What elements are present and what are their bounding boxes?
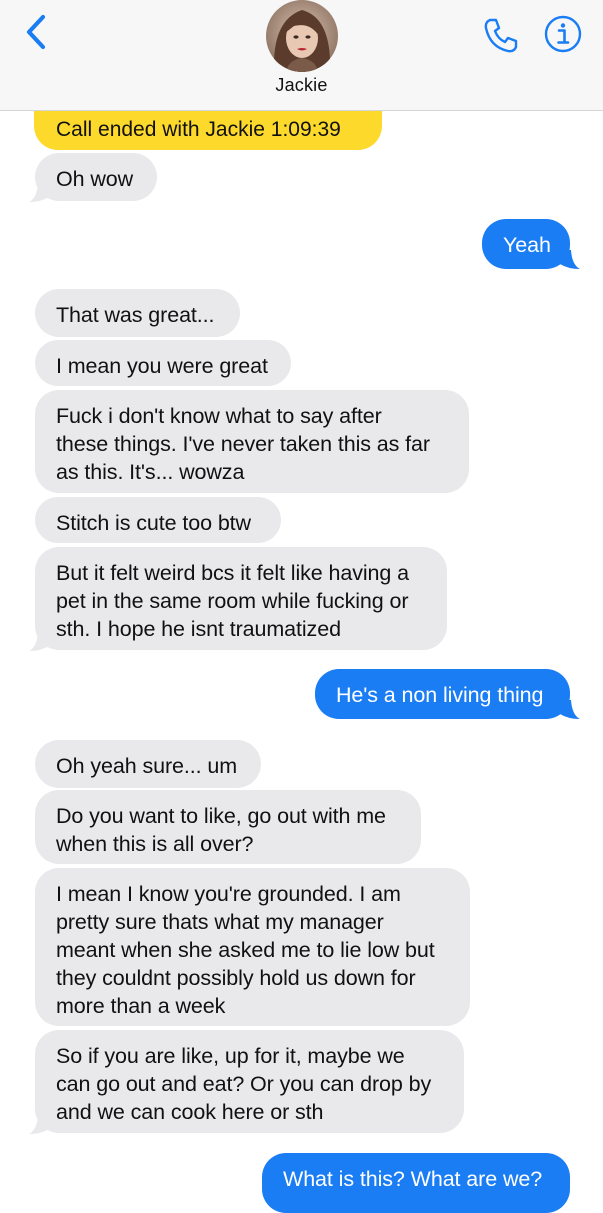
bubble-tail-icon [560,700,580,719]
bubble-tail-icon [29,632,49,651]
message-bubble-incoming[interactable]: So if you are like, up for it, maybe we … [35,1030,464,1133]
message-thread[interactable]: Call ended with Jackie 1:09:39 Oh wow Ye… [0,0,603,1213]
chevron-left-icon [26,14,46,50]
message-line: they couldnt possibly hold us down for [56,966,416,990]
avatar[interactable] [266,0,338,72]
message-line: But it felt weird bcs it felt like havin… [56,561,410,585]
phone-icon [484,18,518,53]
message-text: He's a non living thing [336,683,544,707]
message-bubble-incoming[interactable]: That was great... [35,289,240,337]
message-bubble-incoming[interactable]: Oh wow [35,153,157,201]
message-line: Do you want to like, go out with me [56,804,386,828]
contact-photo-icon [266,0,338,72]
message-bubble-incoming[interactable]: Fuck i don't know what to say after thes… [35,390,469,493]
message-bubble-incoming[interactable]: Stitch is cute too btw [35,497,281,543]
info-icon [544,15,582,53]
message-line: and we can cook here or sth [56,1100,324,1124]
message-line: meant when she asked me to lie low but [56,938,435,962]
message-line: sth. I hope he isnt traumatized [56,617,341,641]
message-line: pet in the same room while fucking or [56,589,409,613]
call-button[interactable] [480,14,522,56]
message-line: when this is all over? [56,832,254,856]
bubble-tail-icon [29,183,49,202]
message-bubble-incoming[interactable]: But it felt weird bcs it felt like havin… [35,547,447,650]
bubble-tail-icon [560,250,580,269]
message-text: That was great... [56,303,215,327]
contact-name[interactable]: Jackie [0,75,603,96]
conversation-header: Jackie [0,0,603,111]
message-line: So if you are like, up for it, maybe we [56,1044,405,1068]
message-line: Fuck i don't know what to say after [56,404,382,428]
message-bubble-outgoing[interactable]: Yeah [482,219,570,269]
call-ended-notice: Call ended with Jackie 1:09:39 [34,110,382,150]
message-bubble-incoming[interactable]: I mean you were great [35,340,291,386]
message-line: as this. It's... wowza [56,460,245,484]
back-button[interactable] [14,10,58,54]
info-button[interactable] [543,14,583,54]
message-text: What is this? What are we? [283,1167,543,1191]
message-line: can go out and eat? Or you can drop by [56,1072,432,1096]
message-text: Yeah [503,233,551,257]
message-line: more than a week [56,994,226,1018]
message-text: Oh yeah sure... um [56,754,238,778]
message-line: pretty sure thats what my manager [56,910,384,934]
message-bubble-outgoing[interactable]: He's a non living thing [315,669,570,719]
message-bubble-incoming[interactable]: Do you want to like, go out with me when… [35,790,421,864]
message-bubble-incoming[interactable]: Oh yeah sure... um [35,740,261,788]
message-text: I mean you were great [56,354,268,378]
message-bubble-incoming[interactable]: I mean I know you're grounded. I am pret… [35,868,470,1026]
message-text: Oh wow [56,167,134,191]
message-line: these things. I've never taken this as f… [56,432,430,456]
message-line: I mean I know you're grounded. I am [56,882,401,906]
message-bubble-outgoing[interactable]: What is this? What are we? [262,1153,570,1213]
message-text: Stitch is cute too btw [56,511,251,535]
bubble-tail-icon [29,1115,49,1134]
